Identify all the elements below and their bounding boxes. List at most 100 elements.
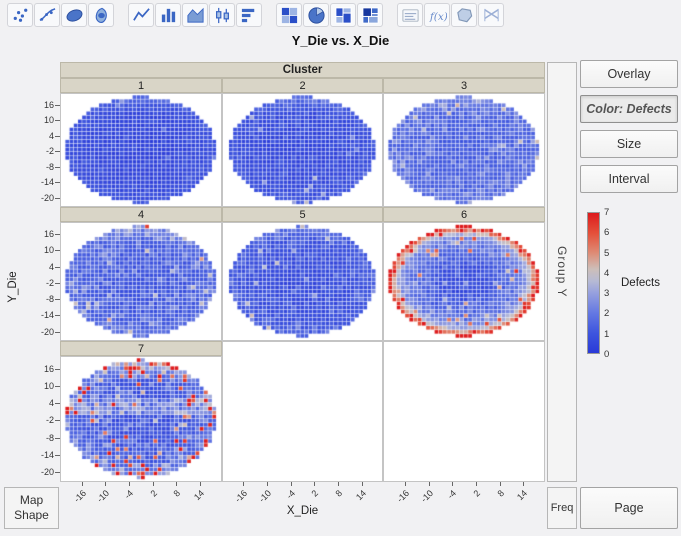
y-tick-mark <box>55 120 60 121</box>
page-button[interactable]: Page <box>580 487 678 529</box>
wafer-panel <box>222 222 383 341</box>
panel-header: 6 <box>383 207 545 222</box>
y-tick-label: -2 <box>28 278 54 288</box>
y-tick-mark <box>55 455 60 456</box>
legend-tick-label: 4 <box>604 268 609 279</box>
freq-dropzone[interactable]: Freq <box>547 487 577 529</box>
wafer-map-canvas <box>61 357 221 481</box>
x-tick-mark <box>82 482 83 486</box>
x-tick-mark <box>267 482 268 486</box>
y-tick-mark <box>55 250 60 251</box>
x-tick-mark <box>362 482 363 486</box>
wafer-panel <box>60 93 222 207</box>
y-tick-label: -8 <box>28 162 54 172</box>
x-tick-mark <box>129 482 130 486</box>
x-tick-mark <box>291 482 292 486</box>
y-tick-mark <box>55 332 60 333</box>
x-tick-mark <box>153 482 154 486</box>
y-tick-mark <box>55 105 60 106</box>
legend-tick-label: 1 <box>604 329 609 340</box>
y-tick-label: -14 <box>28 177 54 187</box>
wafer-panel <box>383 222 545 341</box>
panel-header: 5 <box>222 207 383 222</box>
x-tick-mark <box>476 482 477 486</box>
y-tick-label: 10 <box>28 245 54 255</box>
y-tick-label: 4 <box>28 262 54 272</box>
x-tick-mark <box>500 482 501 486</box>
y-tick-label: -2 <box>28 415 54 425</box>
y-tick-label: -20 <box>28 193 54 203</box>
color-legend-title: Defects <box>621 277 660 289</box>
y-tick-label: 10 <box>28 381 54 391</box>
x-tick-mark <box>429 482 430 486</box>
panel-header: 1 <box>60 78 222 93</box>
y-tick-label: 16 <box>28 364 54 374</box>
y-tick-label: -8 <box>28 433 54 443</box>
y-tick-mark <box>55 182 60 183</box>
legend-tick-label: 6 <box>604 227 609 238</box>
y-tick-label: 10 <box>28 115 54 125</box>
wafer-map-canvas <box>61 223 221 340</box>
y-tick-mark <box>55 136 60 137</box>
empty-panel <box>222 341 383 482</box>
x-tick-mark <box>243 482 244 486</box>
y-tick-label: 16 <box>28 100 54 110</box>
legend-tick-label: 3 <box>604 288 609 299</box>
legend-tick-label: 0 <box>604 349 609 360</box>
color-legend-gradient <box>587 212 600 354</box>
overlay-button[interactable]: Overlay <box>580 60 678 88</box>
x-tick-mark <box>405 482 406 486</box>
y-tick-mark <box>55 267 60 268</box>
wafer-map-canvas <box>223 94 382 206</box>
y-tick-label: -8 <box>28 294 54 304</box>
y-tick-mark <box>55 386 60 387</box>
y-tick-mark <box>55 315 60 316</box>
y-tick-label: -14 <box>28 450 54 460</box>
x-tick-mark <box>452 482 453 486</box>
x-tick-mark <box>105 482 106 486</box>
y-tick-mark <box>55 151 60 152</box>
wafer-map-canvas <box>384 223 544 340</box>
x-tick-mark <box>338 482 339 486</box>
wafer-map-canvas <box>61 94 221 206</box>
empty-panel <box>383 341 545 482</box>
y-tick-label: 4 <box>28 398 54 408</box>
y-tick-label: -2 <box>28 146 54 156</box>
panel-header: 4 <box>60 207 222 222</box>
y-tick-label: 16 <box>28 229 54 239</box>
y-tick-label: 4 <box>28 131 54 141</box>
x-tick-mark <box>176 482 177 486</box>
y-tick-mark <box>55 403 60 404</box>
plot-area: 123456716104-2-8-14-2016104-2-8-14-20161… <box>0 0 681 536</box>
y-tick-label: -14 <box>28 310 54 320</box>
group-y-dropzone[interactable]: Group Y <box>547 62 577 482</box>
map-shape-dropzone[interactable]: Map Shape <box>4 487 59 529</box>
y-tick-mark <box>55 299 60 300</box>
x-axis-title: X_Die <box>60 505 545 517</box>
wafer-panel <box>60 222 222 341</box>
graph-builder-window: f(x) Y_Die vs. X_Die Cluster 12345671610… <box>0 0 681 536</box>
wafer-panel <box>222 93 383 207</box>
y-tick-mark <box>55 283 60 284</box>
legend-tick-label: 5 <box>604 248 609 259</box>
y-tick-mark <box>55 472 60 473</box>
wafer-map-canvas <box>384 94 544 206</box>
y-tick-mark <box>55 167 60 168</box>
wafer-panel <box>383 93 545 207</box>
panel-header: 7 <box>60 341 222 356</box>
y-tick-mark <box>55 369 60 370</box>
y-tick-mark <box>55 438 60 439</box>
size-button[interactable]: Size <box>580 130 678 158</box>
panel-header: 2 <box>222 78 383 93</box>
x-tick-mark <box>314 482 315 486</box>
y-tick-label: -20 <box>28 467 54 477</box>
y-tick-mark <box>55 198 60 199</box>
legend-tick-label: 2 <box>604 308 609 319</box>
wafer-panel <box>60 356 222 482</box>
y-tick-label: -20 <box>28 327 54 337</box>
color-defects-button[interactable]: Color: Defects <box>580 95 678 123</box>
interval-button[interactable]: Interval <box>580 165 678 193</box>
freq-label: Freq <box>551 502 574 514</box>
x-tick-mark <box>523 482 524 486</box>
wafer-map-canvas <box>223 223 382 340</box>
